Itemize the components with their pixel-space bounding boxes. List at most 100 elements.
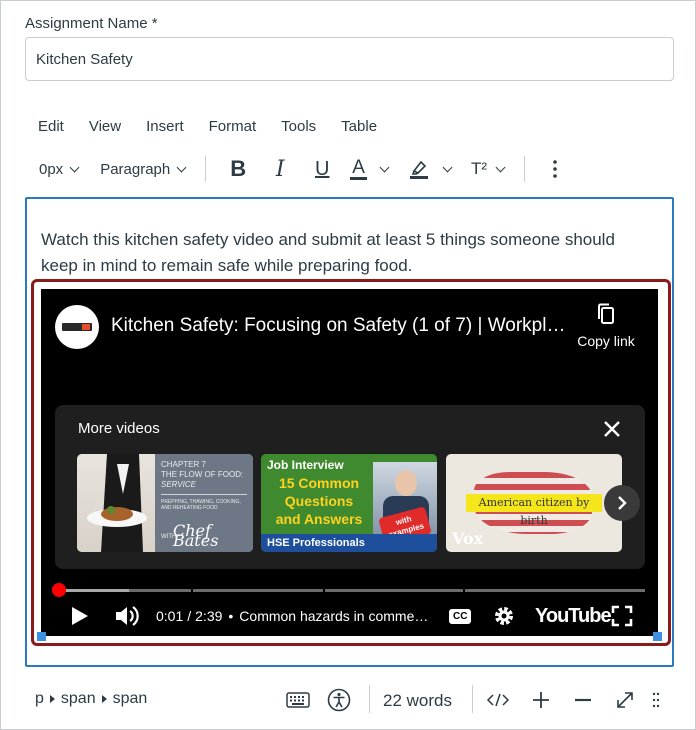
video-controls: 0:01 / 2:39 • Common hazards in commerci… (41, 601, 658, 631)
vox-logo: Vox (452, 529, 484, 548)
chapter-title-button[interactable]: Common hazards in commercial kitchens (239, 608, 429, 624)
rich-content-editor[interactable]: Watch this kitchen safety video and subm… (25, 197, 674, 667)
menu-format[interactable]: Format (196, 114, 269, 140)
drag-handle-icon (652, 692, 660, 708)
chevron-down-icon (495, 162, 506, 172)
copy-link-label: Copy link (577, 333, 635, 349)
related-video-thumbnail[interactable]: CHAPTER 7 THE FLOW OF FOOD: SERVICE PREP… (77, 454, 253, 552)
fullscreen-button[interactable] (611, 601, 633, 631)
waiter-photo (77, 454, 155, 552)
video-title[interactable]: Kitchen Safety: Focusing on Safety (1 of… (111, 315, 571, 337)
text-color-icon: A (350, 156, 367, 180)
thumb-line-3: and Answers (275, 511, 363, 527)
more-videos-title: More videos (78, 420, 160, 437)
gear-icon (495, 607, 513, 625)
superscript-icon: T² (470, 159, 487, 178)
progress-buffered (59, 589, 129, 592)
close-icon (604, 421, 620, 437)
captions-button[interactable]: CC (449, 601, 472, 631)
path-item[interactable]: span (61, 690, 96, 708)
keyboard-shortcuts-button[interactable] (286, 688, 310, 712)
minus-icon (575, 698, 591, 702)
highlight-color-button[interactable] (408, 154, 453, 184)
more-options-button[interactable] (547, 154, 563, 184)
menu-tools[interactable]: Tools (268, 114, 328, 140)
chevron-down-icon (442, 162, 453, 172)
menu-table[interactable]: Table (328, 114, 389, 140)
editor-body-text[interactable]: Watch this kitchen safety video and subm… (41, 227, 651, 279)
copy-link-button[interactable]: Copy link (566, 303, 646, 349)
settings-button[interactable] (493, 601, 515, 631)
path-separator-icon (49, 695, 55, 703)
bold-icon: B (230, 156, 247, 181)
progress-scrubber[interactable] (52, 583, 66, 597)
channel-logo-icon (62, 323, 92, 331)
thumb-job-label: Job Interview (267, 458, 344, 472)
font-size-dropdown[interactable]: 0px (39, 161, 80, 178)
editor-toolbar: 0px Paragraph B I U A T² (25, 149, 674, 189)
code-icon (486, 693, 510, 707)
text-color-button[interactable]: A (350, 154, 390, 184)
block-format-dropdown[interactable]: Paragraph (100, 161, 187, 178)
thumb-line-2: Questions (284, 493, 354, 509)
more-videos-panel: More videos CHAPTER 7 THE FLOW OF FOOD: … (55, 405, 645, 569)
chevron-down-icon (69, 162, 80, 172)
kebab-menu-icon (553, 160, 557, 178)
fullscreen-editor-button[interactable] (613, 688, 637, 712)
decrease-font-button[interactable] (571, 688, 595, 712)
word-count[interactable]: 22 words (383, 691, 452, 711)
current-time: 0:01 (156, 608, 184, 624)
play-button[interactable] (71, 601, 89, 631)
video-progress-bar[interactable] (55, 589, 645, 592)
related-video-thumbnail[interactable]: Job Interview 15 Common Questions and An… (261, 454, 437, 552)
close-more-videos-button[interactable] (600, 417, 624, 441)
chapter-marker (191, 589, 193, 592)
increase-font-button[interactable] (529, 688, 553, 712)
resize-handle[interactable] (37, 632, 46, 641)
channel-avatar[interactable] (55, 305, 99, 349)
chapter-description: PREPPING, THAWING, COOKING, AND REHEATIN… (161, 499, 241, 511)
status-divider (472, 685, 473, 713)
menu-edit[interactable]: Edit (25, 114, 76, 140)
chapter-marker (463, 589, 465, 592)
chapter-marker (323, 589, 325, 592)
play-icon (72, 607, 88, 625)
youtube-embed[interactable]: Kitchen Safety: Focusing on Safety (1 of… (41, 289, 658, 636)
waiter-illustration (87, 454, 147, 552)
related-video-thumbnail[interactable]: American citizen by birth Vox (446, 454, 622, 552)
resize-handle[interactable] (653, 632, 662, 641)
path-item[interactable]: span (113, 690, 148, 708)
thumb-line-1: 15 Common (278, 475, 360, 491)
chapter-title: THE FLOW OF FOOD: (161, 470, 244, 479)
html-editor-button[interactable] (486, 688, 510, 712)
volume-icon (116, 606, 139, 626)
chapter-label: CHAPTER 7 (161, 460, 206, 469)
element-path: p span span (35, 690, 147, 708)
chapter-card: CHAPTER 7 THE FLOW OF FOOD: SERVICE PREP… (155, 454, 253, 552)
menu-insert[interactable]: Insert (133, 114, 196, 140)
expand-icon (617, 692, 633, 708)
highlighter-icon (409, 160, 428, 179)
next-videos-button[interactable] (604, 485, 640, 521)
menu-view[interactable]: View (76, 114, 133, 140)
chevron-right-icon (618, 496, 627, 510)
underline-button[interactable]: U (308, 154, 336, 184)
editor-status-bar: p span span 22 words (1, 677, 696, 723)
head-shape (395, 470, 417, 496)
assignment-name-input[interactable] (25, 37, 674, 81)
accessibility-checker-button[interactable] (327, 688, 351, 712)
italic-button[interactable]: I (266, 154, 294, 184)
accessibility-icon (327, 688, 351, 712)
bold-button[interactable]: B (224, 154, 252, 184)
thumb-bottom-label: HSE Professionals (261, 534, 437, 552)
chapter-subtitle: SERVICE (161, 480, 196, 489)
thumb-headline: 15 Common Questions and Answers (261, 474, 377, 528)
path-item[interactable]: p (35, 690, 44, 708)
volume-button[interactable] (115, 601, 141, 631)
resize-editor-handle[interactable] (649, 688, 663, 712)
time-display: 0:01 / 2:39 • Common hazards in commerci… (156, 601, 429, 631)
fullscreen-icon (611, 605, 633, 627)
youtube-logo-link[interactable]: YouTube (535, 601, 612, 631)
thumb-banner-text: American citizen by birth (466, 494, 602, 527)
superscript-button[interactable]: T² (470, 154, 506, 184)
